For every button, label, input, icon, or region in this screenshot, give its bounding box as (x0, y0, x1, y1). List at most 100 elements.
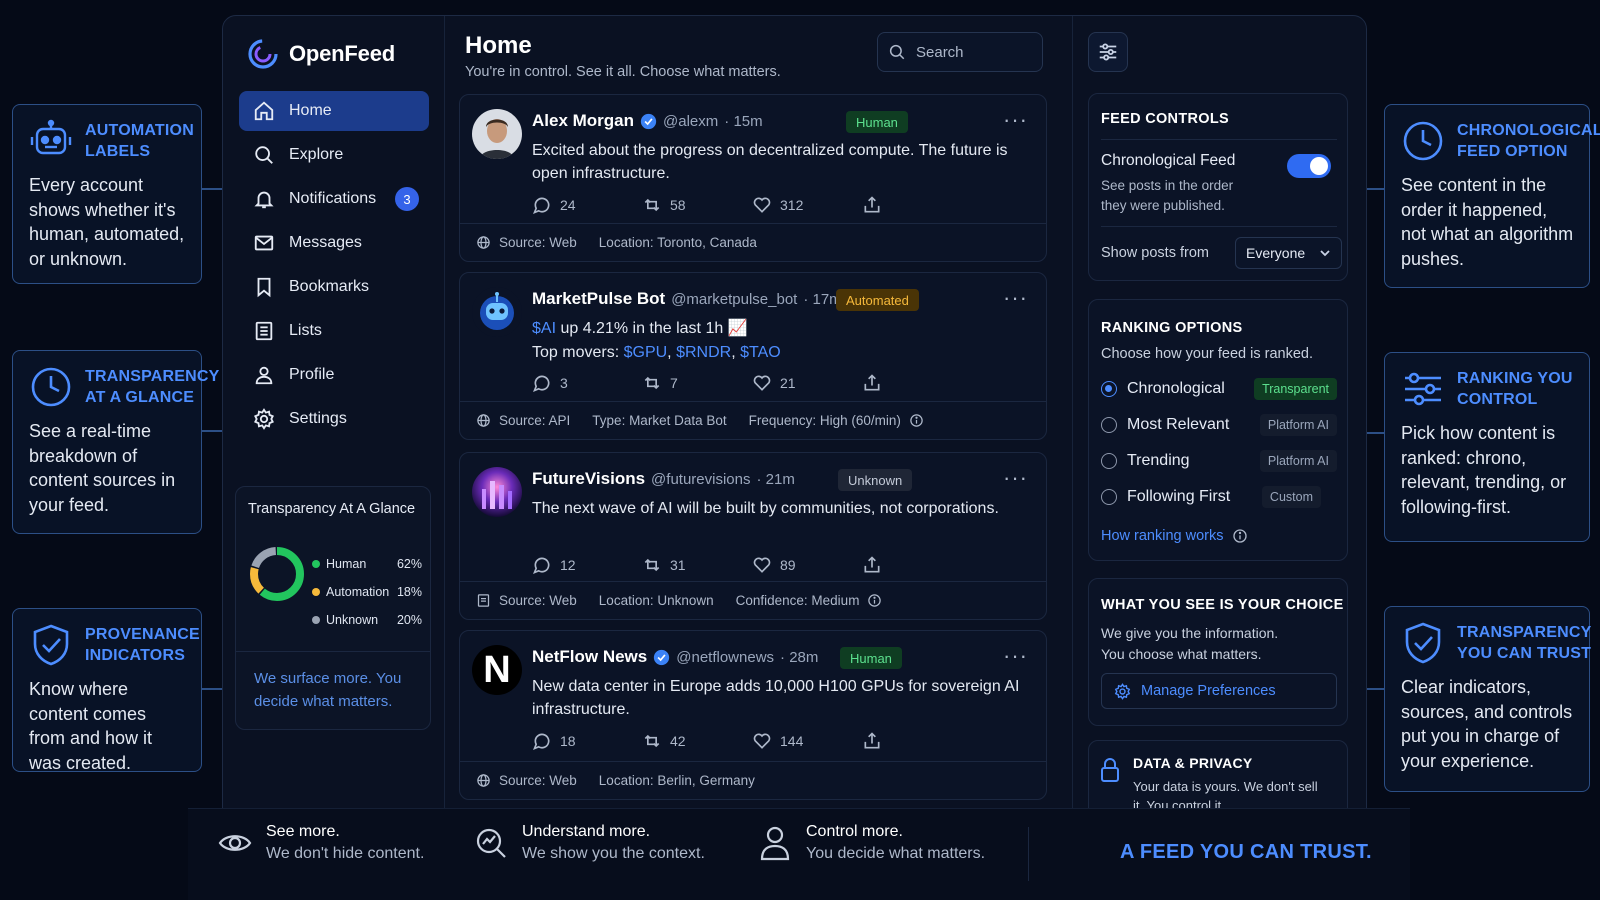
author-name[interactable]: NetFlow News (532, 647, 647, 667)
cashtag[interactable]: $GPU (624, 344, 668, 361)
share-button[interactable] (862, 731, 972, 751)
post-time: · 28m (780, 648, 819, 666)
radio[interactable] (1101, 453, 1117, 469)
gear-icon (254, 408, 274, 430)
insight-icon (476, 828, 506, 858)
author-name[interactable]: MarketPulse Bot (532, 289, 665, 309)
account-type-badge: Automated (836, 289, 919, 311)
cashtag[interactable]: $TAO (740, 344, 781, 361)
author-name[interactable]: Alex Morgan (532, 111, 634, 131)
more-options-icon[interactable]: ··· (1003, 643, 1028, 669)
author-handle[interactable]: @netflownews (676, 649, 774, 666)
post-text: $AI up 4.21% in the last 1h 📈 Top movers… (532, 317, 1022, 365)
radio[interactable] (1101, 417, 1117, 433)
avatar[interactable] (472, 109, 522, 159)
repost-button[interactable]: 58 (642, 195, 752, 215)
radio[interactable] (1101, 489, 1117, 505)
like-button[interactable]: 144 (752, 731, 862, 751)
location-label: Location: Berlin, Germany (598, 773, 755, 788)
reply-button[interactable]: 3 (532, 373, 642, 393)
text-fragment: up 4.21% in the last 1h (556, 320, 728, 337)
post-time: · 15m (724, 112, 763, 130)
reply-button[interactable]: 24 (532, 195, 642, 215)
show-posts-dropdown[interactable]: Everyone (1235, 237, 1343, 269)
openfeed-logo-icon (248, 39, 278, 69)
share-button[interactable] (862, 195, 972, 215)
repost-button[interactable]: 7 (642, 373, 752, 393)
legend-dot (312, 588, 320, 596)
reply-count: 12 (560, 557, 576, 573)
like-button[interactable]: 21 (752, 373, 862, 393)
repost-button[interactable]: 31 (642, 555, 752, 575)
info-icon[interactable] (867, 593, 882, 608)
author-handle[interactable]: @alexm (663, 113, 718, 130)
like-count: 89 (780, 557, 796, 573)
more-options-icon[interactable]: ··· (1003, 285, 1028, 311)
link-label[interactable]: How ranking works (1101, 528, 1224, 544)
manage-preferences-button[interactable]: Manage Preferences (1101, 673, 1337, 709)
how-ranking-works-link[interactable]: How ranking works (1101, 528, 1248, 544)
sidebar-item-messages[interactable]: Messages (239, 223, 429, 263)
post-text: The next wave of AI will be built by com… (532, 500, 999, 517)
reply-count: 3 (560, 375, 568, 391)
account-type-badge: Unknown (838, 469, 913, 491)
author-handle[interactable]: @futurevisions (651, 471, 750, 488)
sidebar-item-notifications[interactable]: Notifications 3 (239, 179, 429, 219)
ranking-option-most-relevant[interactable]: Most Relevant Platform AI (1101, 411, 1337, 439)
search-input[interactable]: Search (916, 44, 964, 61)
frequency-label: Frequency: High (60/min) (748, 413, 901, 428)
repost-count: 7 (670, 375, 678, 391)
panel-title: DATA & PRIVACY (1133, 755, 1253, 771)
chronological-toggle[interactable] (1287, 154, 1331, 178)
repost-icon (644, 376, 660, 390)
sidebar-item-label: Messages (289, 234, 362, 251)
like-button[interactable]: 312 (752, 195, 862, 215)
author-handle[interactable]: @marketpulse_bot (671, 291, 797, 308)
repost-button[interactable]: 42 (642, 731, 752, 751)
like-count: 312 (780, 197, 804, 213)
sidebar-item-explore[interactable]: Explore (239, 135, 429, 175)
legend-dot (312, 560, 320, 568)
share-button[interactable] (862, 555, 972, 575)
ranking-option-chronological[interactable]: Chronological Transparent (1101, 375, 1337, 403)
cashtag[interactable]: $RNDR (676, 344, 731, 361)
post-card[interactable]: MarketPulse Bot @marketpulse_bot · 17m A… (459, 272, 1047, 440)
avatar[interactable] (472, 287, 522, 337)
legend-item-unknown: Unknown 20% (312, 606, 422, 634)
ranking-option-following-first[interactable]: Following First Custom (1101, 483, 1337, 511)
reply-button[interactable]: 12 (532, 555, 642, 575)
sidebar-item-settings[interactable]: Settings (239, 399, 429, 439)
ranking-option-trending[interactable]: Trending Platform AI (1101, 447, 1337, 475)
heart-icon (753, 733, 771, 749)
like-button[interactable]: 89 (752, 555, 862, 575)
share-button[interactable] (862, 373, 972, 393)
more-options-icon[interactable]: ··· (1003, 465, 1028, 491)
avatar[interactable] (472, 467, 522, 517)
legend-item-automation: Automation 18% (312, 578, 422, 606)
avatar[interactable]: N (472, 645, 522, 695)
search-box[interactable]: Search (877, 32, 1043, 72)
cashtag[interactable]: $AI (532, 320, 556, 337)
reply-button[interactable]: 18 (532, 731, 642, 751)
post-header: MarketPulse Bot @marketpulse_bot · 17m (532, 289, 842, 309)
sidebar-item-profile[interactable]: Profile (239, 355, 429, 395)
post-card[interactable]: Alex Morgan @alexm · 15m Human ··· Excit… (459, 94, 1047, 262)
shield-check-icon (29, 623, 73, 667)
callout-provenance: PROVENANCE INDICATORS Know where content… (12, 608, 202, 773)
value-description: We show you the context. (522, 845, 705, 862)
sidebar-item-lists[interactable]: Lists (239, 311, 429, 351)
bookmark-icon (257, 277, 271, 298)
comment-icon (533, 197, 550, 214)
author-name[interactable]: FutureVisions (532, 469, 645, 489)
logo[interactable]: OpenFeed (247, 38, 395, 70)
post-card[interactable]: N NetFlow News @netflownews · 28m Human … (459, 630, 1047, 800)
radio-selected[interactable] (1101, 381, 1117, 397)
filter-settings-button[interactable] (1088, 32, 1128, 72)
sidebar-item-bookmarks[interactable]: Bookmarks (239, 267, 429, 307)
info-icon[interactable] (909, 413, 924, 428)
post-card[interactable]: FutureVisions @futurevisions · 21m Unkno… (459, 452, 1047, 620)
post-text: New data center in Europe adds 10,000 H1… (532, 678, 1020, 718)
more-options-icon[interactable]: ··· (1003, 107, 1028, 133)
sidebar-item-home[interactable]: Home (239, 91, 429, 131)
repost-count: 31 (670, 557, 686, 573)
